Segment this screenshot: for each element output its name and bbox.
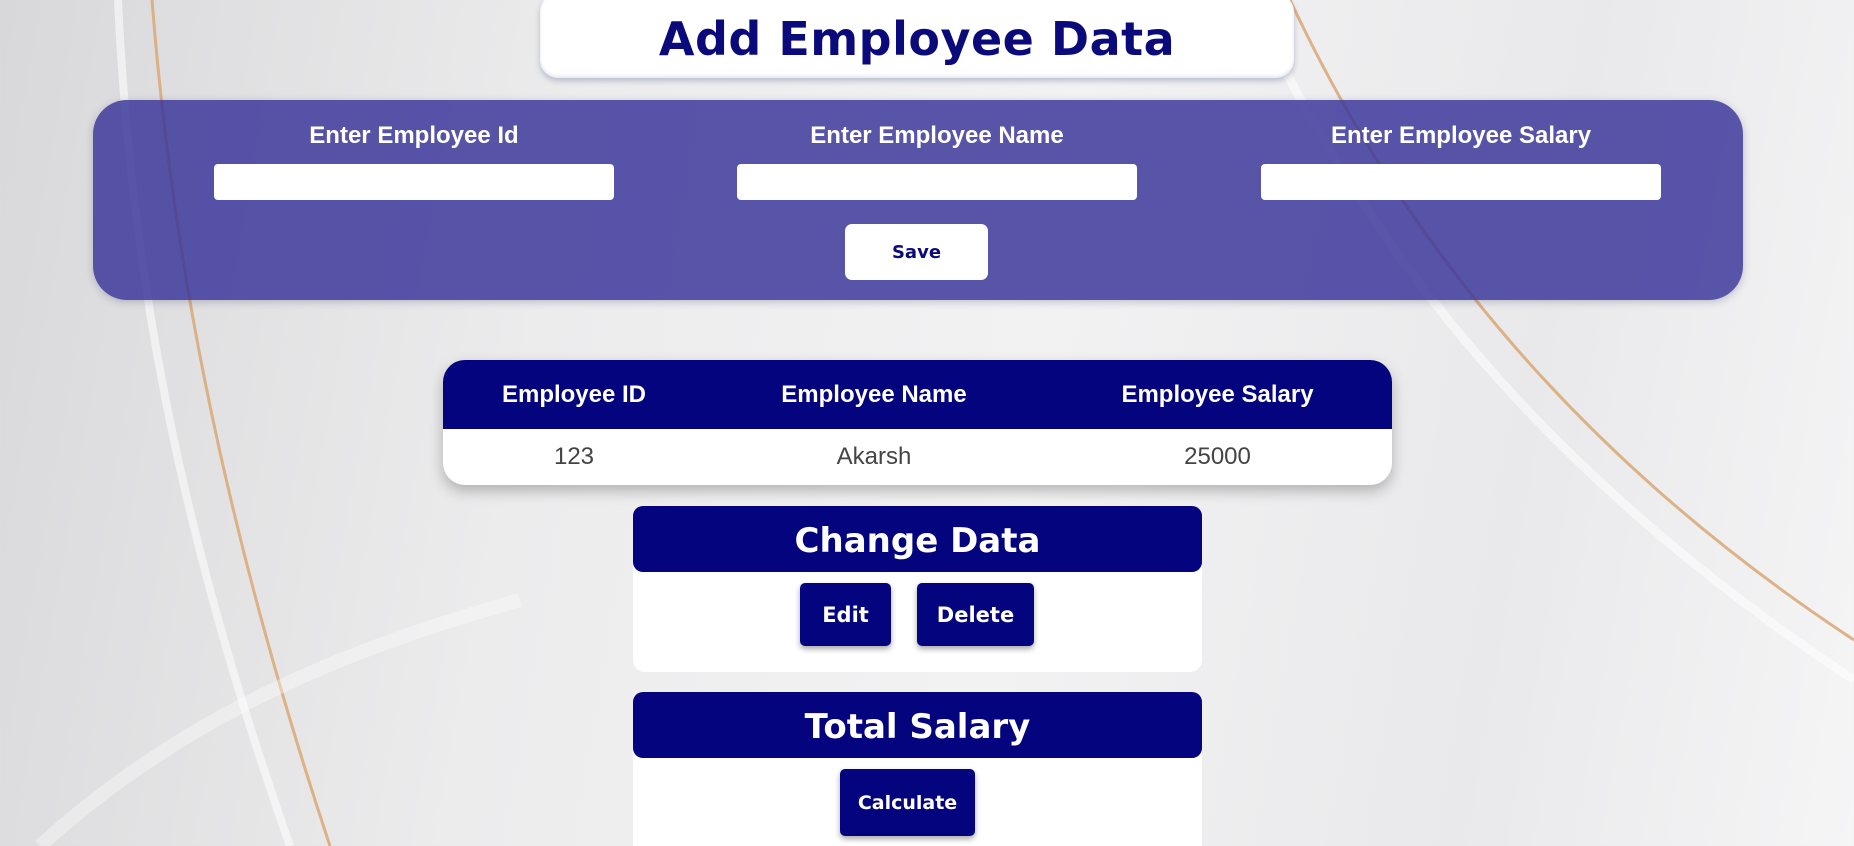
- total-salary-header: Total Salary: [633, 692, 1202, 758]
- header-employee-salary: Employee Salary: [1043, 360, 1392, 429]
- table-row[interactable]: 123 Akarsh 25000: [443, 429, 1392, 485]
- total-salary-title: Total Salary: [804, 707, 1031, 747]
- cell-employee-id: 123: [553, 443, 595, 470]
- cell-employee-name: Akarsh: [836, 443, 912, 470]
- page-title-box: Add Employee Data: [540, 0, 1294, 78]
- employee-id-label: Enter Employee Id: [309, 122, 519, 149]
- employee-name-label: Enter Employee Name: [810, 122, 1064, 149]
- header-employee-id: Employee ID: [443, 360, 705, 429]
- calculate-button[interactable]: Calculate: [840, 769, 975, 836]
- employee-form-panel: Enter Employee Id Enter Employee Name En…: [93, 100, 1743, 300]
- employee-name-field: Enter Employee Name: [737, 122, 1137, 200]
- employee-id-input[interactable]: [214, 164, 614, 200]
- total-salary-card: Total Salary Calculate: [633, 692, 1202, 846]
- employee-salary-input[interactable]: [1261, 164, 1661, 200]
- header-employee-name: Employee Name: [705, 360, 1043, 429]
- employee-table-container: Employee ID Employee Name Employee Salar…: [443, 360, 1392, 485]
- change-data-header: Change Data: [633, 506, 1202, 572]
- employee-salary-label: Enter Employee Salary: [1330, 122, 1592, 149]
- page-title: Add Employee Data: [658, 12, 1176, 66]
- table-header-row: Employee ID Employee Name Employee Salar…: [443, 360, 1392, 429]
- employee-salary-field: Enter Employee Salary: [1261, 122, 1661, 200]
- employee-name-input[interactable]: [737, 164, 1137, 200]
- change-data-card: Change Data Edit Delete: [633, 506, 1202, 672]
- employee-table: Employee ID Employee Name Employee Salar…: [443, 360, 1392, 485]
- employee-id-field: Enter Employee Id: [214, 122, 614, 200]
- edit-button[interactable]: Edit: [800, 583, 891, 646]
- change-data-title: Change Data: [794, 521, 1041, 561]
- save-button[interactable]: Save: [845, 224, 988, 280]
- cell-employee-salary: 25000: [1184, 443, 1251, 470]
- delete-button[interactable]: Delete: [917, 583, 1034, 646]
